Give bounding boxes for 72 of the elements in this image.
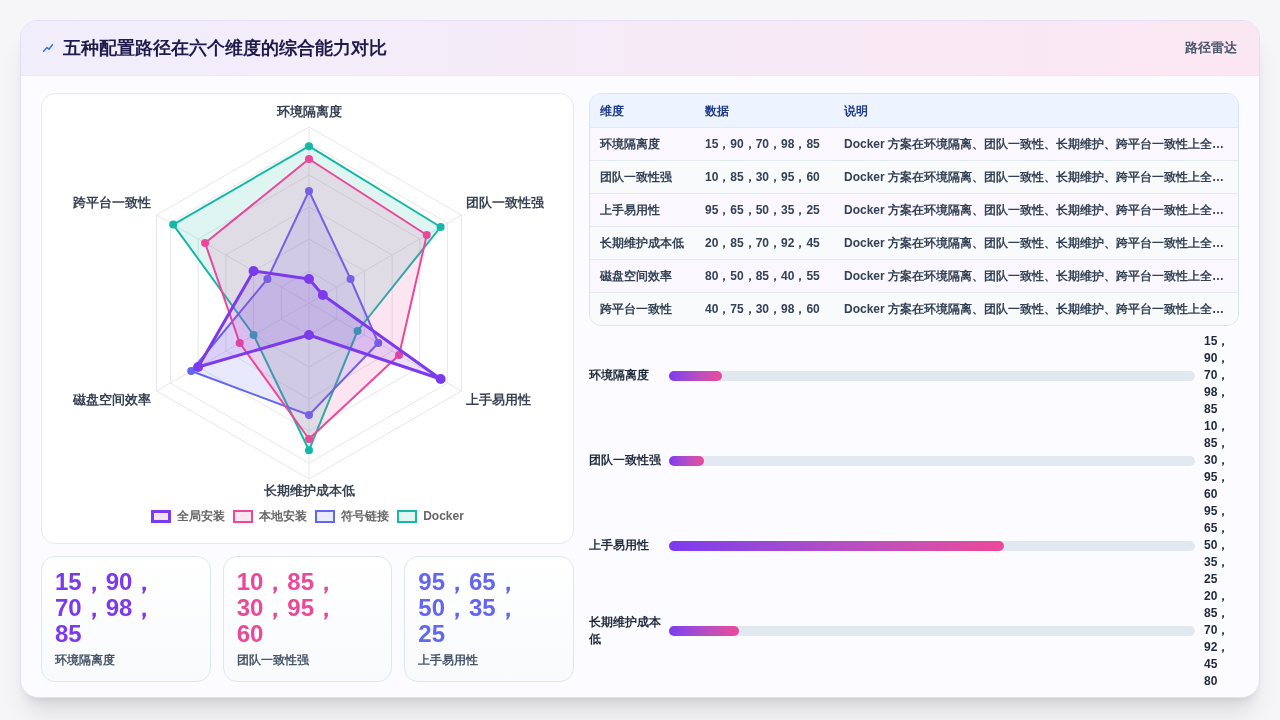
data-point	[305, 142, 313, 151]
stat-value: 10，85，30，95，60	[236, 569, 340, 647]
column-header: 维度	[600, 102, 625, 120]
legend-label: 本地安装	[259, 508, 308, 524]
legend-label: 全局安装	[177, 508, 226, 524]
table-cell-text: Docker 方案在环境隔离、团队一致性、长期维护、跨平台一致性上全…	[844, 169, 1226, 186]
bar-value: 95，65，50，35，25	[1204, 504, 1230, 586]
table-cell-text: Docker 方案在环境隔离、团队一致性、长期维护、跨平台一致性上全…	[844, 235, 1226, 252]
data-point	[201, 239, 210, 247]
data-point	[305, 411, 313, 419]
data-point	[169, 220, 178, 229]
table-cell-text: 80，50，85，40，55	[705, 268, 821, 285]
table-cell-text: 15，90，70，98，85	[705, 136, 821, 153]
axis-label: 团队一致性强	[466, 196, 544, 210]
bar-value: 10，85，30，95，60	[1204, 419, 1230, 501]
data-point	[305, 187, 313, 195]
stat-value: 15，90，70，98，85	[55, 569, 158, 647]
table-cell-text: Docker 方案在环境隔离、团队一致性、长期维护、跨平台一致性上全…	[844, 301, 1226, 318]
stat-value: 95，65，50，35，25	[418, 569, 521, 647]
table-cell-text: Docker 方案在环境隔离、团队一致性、长期维护、跨平台一致性上全…	[844, 268, 1226, 285]
stat-label: 团队一致性强	[236, 652, 310, 668]
axis-label: 跨平台一致性	[73, 196, 151, 210]
table-cell-text: Docker 方案在环境隔离、团队一致性、长期维护、跨平台一致性上全…	[844, 202, 1226, 219]
axis-label: 环境隔离度	[276, 105, 342, 119]
zigzag-icon	[43, 44, 53, 52]
bar-label: 环境隔离度	[589, 368, 649, 382]
table-cell-text: 跨平台一致性	[600, 301, 673, 318]
data-point	[304, 330, 314, 340]
data-point	[395, 351, 404, 359]
table-cell-text: 团队一致性强	[600, 169, 673, 186]
bar-label: 团队一致性强	[589, 453, 661, 467]
table-cell-text: 20，85，70，92，45	[705, 235, 821, 252]
data-point	[304, 274, 314, 284]
table-cell-text: 磁盘空间效率	[600, 268, 673, 285]
table-cell-text: 环境隔离度	[600, 136, 661, 153]
table-cell-text: 40，75，30，98，60	[705, 301, 821, 318]
table-cell-text: 10，85，30，95，60	[705, 169, 821, 186]
data-point	[422, 231, 431, 239]
header-tag: 路径雷达	[1185, 38, 1237, 58]
table-cell-text: 上手易用性	[600, 202, 661, 219]
legend-label: Docker	[423, 508, 464, 524]
data-point	[346, 275, 355, 283]
axis-label: 上手易用性	[466, 393, 531, 407]
data-point	[436, 223, 445, 231]
data-point	[248, 266, 259, 276]
table-cell-text: Docker 方案在环境隔离、团队一致性、长期维护、跨平台一致性上全…	[844, 136, 1226, 153]
data-point	[305, 155, 313, 163]
data-point	[435, 374, 446, 384]
column-header: 数据	[705, 102, 730, 120]
data-point	[374, 339, 383, 347]
data-point	[317, 290, 328, 300]
legend-label: 符号链接	[341, 508, 390, 524]
bar-value: 20，85，70，92，45	[1204, 589, 1230, 671]
data-point	[305, 435, 313, 443]
data-point	[263, 275, 272, 283]
bar-value: 80	[1204, 674, 1218, 688]
data-point	[305, 446, 313, 455]
data-point	[235, 339, 244, 347]
column-header: 说明	[844, 102, 869, 120]
data-point	[193, 362, 204, 372]
bar-value: 15，90，70，98，85	[1204, 334, 1230, 416]
stat-label: 环境隔离度	[55, 652, 116, 668]
table-cell-text: 95，65，50，35，25	[705, 202, 821, 219]
table-cell-text: 长期维护成本低	[600, 235, 685, 252]
data-point	[249, 331, 258, 339]
axis-label: 磁盘空间效率	[73, 393, 151, 407]
page-title: 五种配置路径在六个维度的综合能力对比	[63, 37, 387, 60]
axis-label: 长期维护成本低	[263, 484, 355, 498]
bar-label: 长期维护成本低	[589, 614, 661, 646]
bar-label: 上手易用性	[589, 538, 649, 552]
stat-label: 上手易用性	[418, 652, 480, 668]
data-point	[353, 327, 362, 335]
